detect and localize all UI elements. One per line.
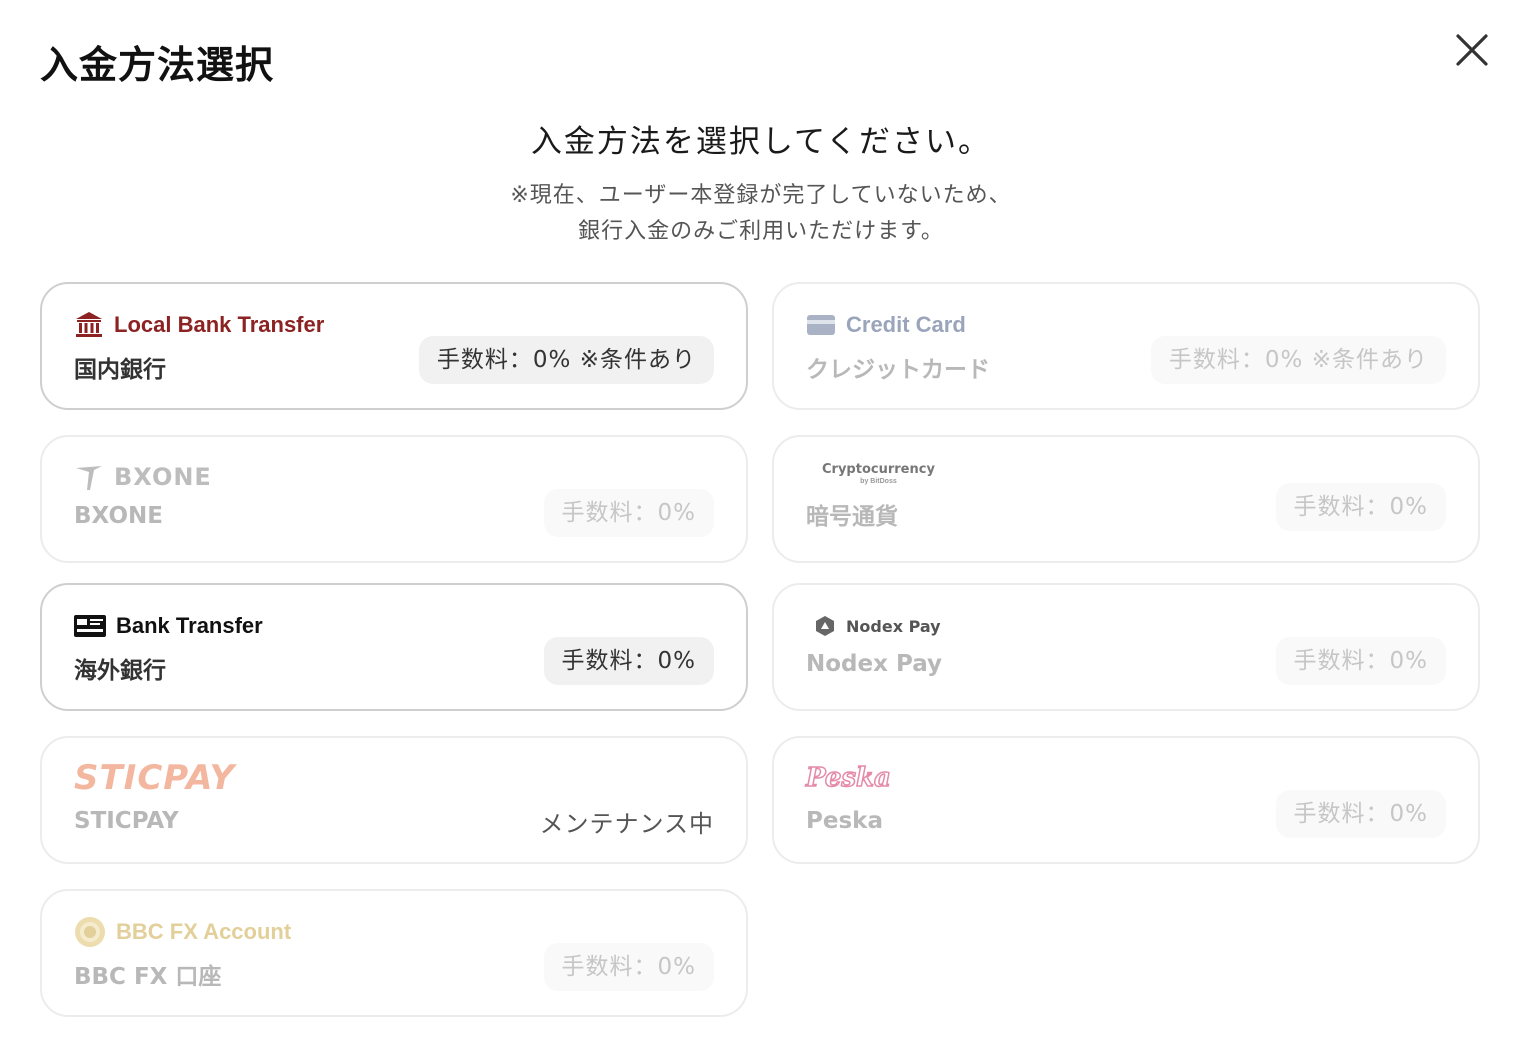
maintenance-status: メンテナンス中 — [539, 810, 714, 838]
bank-building-icon — [76, 312, 102, 337]
method-brand: Credit Card — [806, 310, 966, 340]
method-brand-label: BBC FX Account — [116, 919, 292, 944]
restriction-note: ※現在、ユーザー本登録が完了していないため、 銀行入金のみご利用いただけます。 — [0, 178, 1522, 250]
fee-badge: 手数料：0% ※条件あり — [1150, 336, 1446, 384]
restriction-note-line1: ※現在、ユーザー本登録が完了していないため、 — [510, 183, 1012, 208]
method-label: BBC FX 口座 — [74, 964, 222, 990]
method-card-peska[interactable]: Peska Peska 手数料：0% — [772, 736, 1480, 864]
method-card-bxone[interactable]: BXONE BXONE 手数料：0% — [40, 435, 748, 563]
method-card-bank-transfer[interactable]: Bank Transfer 海外銀行 手数料：0% — [40, 583, 748, 711]
fee-badge: 手数料：0% — [543, 943, 714, 991]
method-card-bbc-fx[interactable]: BBC FX Account BBC FX 口座 手数料：0% — [40, 889, 748, 1017]
bxone-wing-icon — [76, 466, 102, 490]
method-brand: STICPAY — [74, 758, 235, 798]
fee-badge: 手数料：0% — [543, 489, 714, 537]
bank-card-icon — [74, 615, 106, 637]
crypto-logo-text: Cryptocurrency — [822, 462, 935, 477]
method-brand: Cryptocurrency by BitDoss — [806, 461, 935, 487]
fee-badge: 手数料：0% — [1275, 637, 1446, 685]
method-label: BXONE — [74, 503, 163, 529]
close-icon — [1456, 34, 1488, 66]
method-brand-label: Bank Transfer — [116, 613, 263, 638]
method-brand: BBC FX Account — [74, 917, 291, 947]
modal-title: 入金方法選択 — [40, 43, 275, 87]
bbc-coin-icon — [75, 917, 105, 947]
nodex-logo: Nodex Pay — [846, 616, 941, 636]
fee-badge: 手数料：0% — [1275, 790, 1446, 838]
method-label: 暗号通貨 — [806, 504, 898, 530]
method-brand: Bank Transfer — [74, 611, 263, 641]
method-label: 国内銀行 — [74, 357, 166, 383]
credit-card-icon — [807, 315, 835, 335]
peska-logo: Peska — [805, 762, 891, 794]
method-brand-label: Credit Card — [846, 312, 966, 337]
cryptocurrency-logo: Cryptocurrency by BitDoss — [822, 463, 935, 485]
deposit-method-modal: 入金方法選択 入金方法を選択してください。 ※現在、ユーザー本登録が完了していな… — [0, 0, 1522, 1058]
method-card-cryptocurrency[interactable]: Cryptocurrency by BitDoss 暗号通貨 手数料：0% — [772, 435, 1480, 563]
method-brand-label: Local Bank Transfer — [114, 312, 325, 337]
fee-badge: 手数料：0% — [543, 637, 714, 685]
instruction-text: 入金方法を選択してください。 — [530, 124, 992, 160]
method-brand: Peska — [805, 760, 891, 796]
method-card-local-bank[interactable]: Local Bank Transfer 国内銀行 手数料：0% ※条件あり — [40, 282, 748, 410]
method-label: Nodex Pay — [806, 651, 943, 677]
method-brand: Nodex Pay — [806, 611, 941, 641]
close-button[interactable] — [1452, 30, 1492, 70]
method-brand: BXONE — [74, 459, 212, 495]
fee-badge: 手数料：0% ※条件あり — [418, 336, 714, 384]
method-brand: Local Bank Transfer — [74, 310, 324, 340]
nodex-logo-icon — [816, 616, 834, 636]
method-card-credit-card[interactable]: Credit Card クレジットカード 手数料：0% ※条件あり — [772, 282, 1480, 410]
bxone-logo: BXONE — [114, 463, 212, 491]
method-card-nodex-pay[interactable]: Nodex Pay Nodex Pay 手数料：0% — [772, 583, 1480, 711]
sticpay-logo: STICPAY — [74, 758, 236, 798]
method-label: STICPAY — [74, 808, 179, 834]
method-label: クレジットカード — [806, 357, 990, 383]
method-card-sticpay[interactable]: STICPAY STICPAY メンテナンス中 — [40, 736, 748, 864]
method-label: Peska — [806, 808, 883, 834]
method-label: 海外銀行 — [74, 658, 166, 684]
fee-badge: 手数料：0% — [1275, 483, 1446, 531]
crypto-logo-subtext: by BitDoss — [860, 478, 897, 485]
restriction-note-line2: 銀行入金のみご利用いただけます。 — [578, 219, 944, 244]
